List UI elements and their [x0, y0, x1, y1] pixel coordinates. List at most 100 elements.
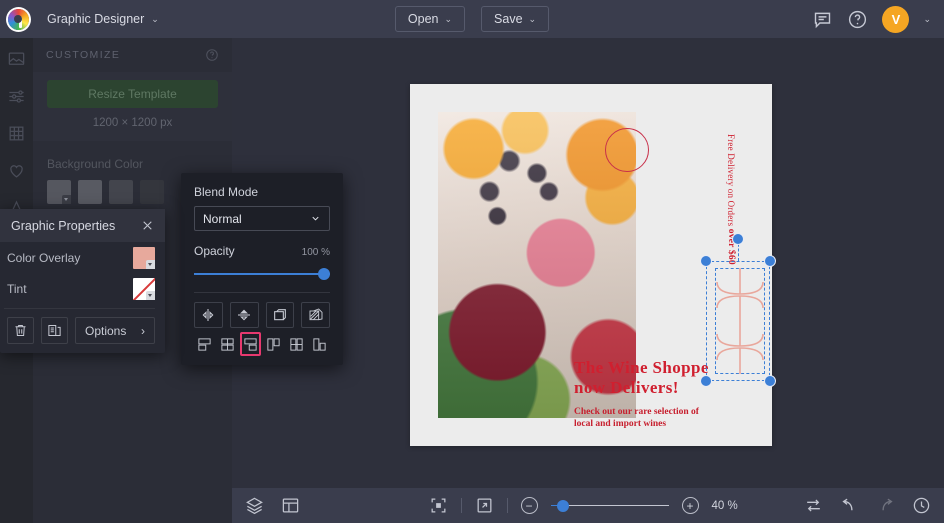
background-swatch[interactable] — [47, 180, 71, 204]
sliders-adjust-icon[interactable] — [7, 87, 26, 106]
avatar-chevron-down-icon[interactable]: ⌄ — [923, 14, 931, 25]
compare-swap-icon[interactable] — [804, 496, 823, 515]
background-swatch[interactable] — [140, 180, 164, 204]
opacity-row: Opacity 100 % — [194, 244, 330, 258]
align-right-icon — [312, 337, 327, 352]
bottom-toolbar: − + 40 % — [232, 488, 944, 523]
flip-vertical-button[interactable] — [230, 302, 259, 328]
graphic-properties-header: Graphic Properties — [0, 209, 165, 242]
color-overlay-label: Color Overlay — [7, 251, 80, 265]
resize-template-button[interactable]: Resize Template — [47, 80, 218, 108]
resize-handle-top-right[interactable] — [764, 255, 776, 267]
delete-graphic-button[interactable] — [7, 317, 34, 344]
chevron-down-icon: ⌄ — [445, 14, 453, 25]
divider — [507, 498, 508, 513]
top-right-actions: V ⌄ — [812, 6, 944, 33]
align-center-vertical-icon — [289, 337, 304, 352]
align-left-button[interactable] — [264, 332, 284, 356]
vertical-delivery-text[interactable]: Free Delivery on Orders over $60 — [724, 134, 737, 265]
opacity-slider-knob[interactable] — [318, 268, 330, 280]
transform-tool-row — [194, 302, 330, 328]
history-controls — [804, 496, 931, 515]
artboard[interactable]: Free Delivery on Orders over $60 — [410, 84, 772, 446]
heart-icon[interactable] — [7, 161, 26, 180]
rotate-handle[interactable] — [732, 233, 744, 245]
question-circle-icon[interactable] — [847, 9, 868, 30]
color-overlay-row: Color Overlay — [0, 242, 165, 273]
align-right-button[interactable] — [310, 332, 330, 356]
flip-vertical-icon — [236, 307, 252, 323]
customize-title: CUSTOMIZE — [46, 49, 120, 61]
subtext-line1: Check out our rare selection of — [574, 407, 699, 417]
opacity-label: Opacity — [194, 244, 235, 258]
zoom-slider[interactable] — [551, 499, 669, 513]
customize-panel-header: CUSTOMIZE — [33, 38, 232, 72]
align-bottom-button[interactable] — [240, 332, 260, 356]
background-swatch[interactable] — [78, 180, 102, 204]
open-button[interactable]: Open ⌄ — [395, 6, 465, 32]
save-button[interactable]: Save ⌄ — [481, 6, 549, 32]
top-center-actions: Open ⌄ Save ⌄ — [0, 6, 944, 32]
background-swatch[interactable] — [109, 180, 133, 204]
divider — [461, 498, 462, 513]
duplicate-graphic-button[interactable] — [41, 317, 68, 344]
opacity-slider[interactable] — [194, 267, 330, 281]
graphic-properties-actions: Options › — [0, 309, 165, 353]
close-x-icon[interactable] — [141, 219, 154, 232]
subtext: Check out our rare selection of local an… — [574, 406, 758, 431]
chevron-down-icon: ⌄ — [529, 14, 537, 25]
align-top-button[interactable] — [194, 332, 214, 356]
align-left-icon — [266, 337, 281, 352]
crop-mask-button[interactable] — [266, 302, 295, 328]
subtext-line2: local and import wines — [574, 419, 666, 429]
zoom-slider-knob[interactable] — [557, 500, 569, 512]
user-avatar[interactable]: V — [882, 6, 909, 33]
resize-handle-bottom-left[interactable] — [700, 375, 712, 387]
expand-arrow-icon[interactable] — [475, 496, 494, 515]
vertical-text-line1: Free Delivery on Orders — [726, 134, 736, 226]
tint-row: Tint — [0, 273, 165, 304]
options-label: Options — [85, 324, 126, 338]
redo-icon[interactable] — [876, 496, 895, 515]
selection-inner-box — [715, 268, 765, 374]
options-button[interactable]: Options › — [75, 317, 155, 344]
question-circle-icon[interactable] — [205, 48, 219, 62]
zoom-in-button[interactable]: + — [682, 497, 699, 514]
blend-mode-label: Blend Mode — [194, 185, 330, 199]
graphic-properties-title: Graphic Properties — [4, 219, 115, 233]
align-button-row — [194, 332, 330, 356]
chevron-down-icon — [146, 260, 155, 269]
history-clock-icon[interactable] — [912, 496, 931, 515]
crop-mask-icon — [272, 307, 288, 323]
resize-handle-bottom-right[interactable] — [764, 375, 776, 387]
blend-mode-popup: Blend Mode Normal Opacity 100 % — [181, 173, 343, 365]
undo-icon[interactable] — [840, 496, 859, 515]
comment-icon[interactable] — [812, 9, 833, 30]
align-top-icon — [197, 337, 212, 352]
blend-mode-select[interactable]: Normal — [194, 206, 330, 231]
opacity-slider-track — [194, 273, 330, 275]
opacity-value: 100 % — [302, 247, 330, 258]
selected-graphic[interactable] — [706, 261, 770, 381]
resize-handle-top-left[interactable] — [700, 255, 712, 267]
save-label: Save — [494, 12, 523, 26]
top-toolbar: Graphic Designer ⌄ Open ⌄ Save ⌄ V ⌄ — [0, 0, 944, 38]
align-middle-horizontal-button[interactable] — [217, 332, 237, 356]
graphic-properties-panel: Graphic Properties Color Overlay Tint — [0, 209, 165, 353]
grid-columns-icon[interactable] — [7, 124, 26, 143]
pattern-fill-button[interactable] — [301, 302, 330, 328]
flip-horizontal-button[interactable] — [194, 302, 223, 328]
duplicate-icon — [47, 323, 62, 338]
divider — [194, 292, 330, 293]
flip-horizontal-icon — [200, 307, 216, 323]
zoom-level-label: 40 % — [712, 500, 748, 512]
color-overlay-swatch[interactable] — [133, 247, 155, 269]
trash-icon — [13, 323, 28, 338]
chevron-down-icon — [146, 291, 155, 300]
align-center-vertical-button[interactable] — [287, 332, 307, 356]
fit-to-screen-icon[interactable] — [429, 496, 448, 515]
tint-swatch[interactable] — [133, 278, 155, 300]
image-template-icon[interactable] — [7, 50, 26, 69]
zoom-out-button[interactable]: − — [521, 497, 538, 514]
headline-line2: now Delivers! — [574, 378, 679, 397]
